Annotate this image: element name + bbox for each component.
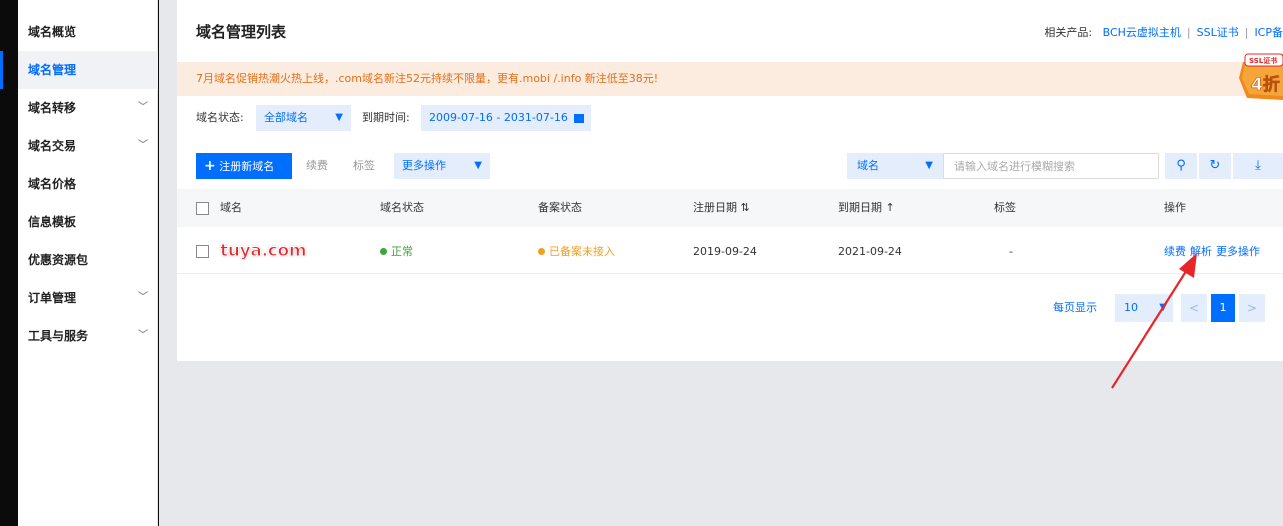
sidebar-item-label: 域名管理	[28, 63, 77, 77]
chevron-down-icon: ﹀	[138, 330, 148, 341]
sidebar-item-transfer[interactable]: 域名转移 ﹀	[18, 89, 158, 127]
status-filter-select[interactable]: 全部域名 ▼	[256, 105, 351, 131]
sidebar-item-label: 工具与服务	[28, 329, 89, 343]
sidebar-item-label: 域名概览	[28, 25, 77, 39]
chevron-down-icon: ▼	[925, 160, 933, 171]
expire-range-value: 2009-07-16 - 2031-07-16	[429, 111, 568, 124]
chevron-down-icon: ▼	[335, 112, 343, 123]
sidebar-item-tools[interactable]: 工具与服务 ﹀	[18, 317, 158, 355]
status-filter-label: 域名状态:	[196, 111, 244, 124]
related-link-bch[interactable]: BCH云虚拟主机	[1103, 26, 1181, 39]
tag-label: 标签	[353, 159, 375, 172]
related-link-ssl[interactable]: SSL证书	[1197, 26, 1239, 39]
sidebar-item-label: 域名转移	[28, 101, 77, 115]
related-link-icp[interactable]: ICP备	[1254, 26, 1283, 39]
search-input[interactable]	[943, 153, 1159, 179]
register-domain-button[interactable]: + 注册新域名	[196, 153, 292, 179]
chevron-down-icon: ﹀	[138, 102, 148, 113]
badge-graphic: SSL证书 4折	[1239, 53, 1283, 100]
chevron-down-icon: ▼	[474, 160, 482, 171]
icp-status: 已备案未接入	[538, 229, 615, 274]
sidebar-item-templates[interactable]: 信息模板	[18, 203, 158, 241]
current-page-number: 1	[1219, 301, 1227, 314]
refresh-icon: ↻	[1209, 158, 1221, 173]
sidebar-item-packages[interactable]: 优惠资源包	[18, 241, 158, 279]
tag-value: -	[1009, 245, 1013, 258]
sidebar: 域名概览 域名管理 域名转移 ﹀ 域名交易 ﹀ 域名价格 信息模板 优惠资源包 订单…	[0, 0, 158, 526]
sort-up-icon: ↑	[885, 201, 895, 214]
sidebar-item-trade[interactable]: 域名交易 ﹀	[18, 127, 158, 165]
select-all-checkbox[interactable]	[196, 202, 209, 215]
promo-text: 7月域名促销热潮火热上线，.com域名新注52元持续不限量，更有.mobi /.…	[196, 72, 659, 85]
next-page-button[interactable]: >	[1239, 294, 1265, 322]
separator: |	[1244, 26, 1249, 39]
tag-button[interactable]: 标签	[345, 153, 383, 179]
sidebar-item-label: 域名交易	[28, 139, 77, 153]
page-title: 域名管理列表	[196, 23, 287, 41]
page-button-current[interactable]: 1	[1211, 294, 1235, 322]
more-actions-label: 更多操作	[402, 159, 446, 172]
chevron-down-icon: ﹀	[138, 140, 148, 151]
column-header-actions: 操作	[1164, 201, 1186, 214]
ssl-discount-badge[interactable]: SSL证书 4折	[1237, 48, 1283, 106]
badge-top-text: SSL证书	[1249, 56, 1277, 65]
reg-date: 2019-09-24	[693, 245, 757, 258]
related-products: 相关产品: BCH云虚拟主机 | SSL证书 | ICP备	[1044, 24, 1283, 40]
column-header-exp-date[interactable]: 到期日期 ↑	[838, 189, 895, 227]
domain-status: 正常	[380, 229, 413, 274]
domain-name: tuya.com	[219, 241, 307, 262]
status-dot-icon	[380, 247, 387, 255]
per-page-label: 每页显示	[1053, 301, 1097, 314]
sidebar-item-label: 订单管理	[28, 291, 77, 305]
expire-date-range[interactable]: 2009-07-16 - 2031-07-16	[421, 105, 591, 131]
plus-icon: +	[204, 158, 216, 174]
calendar-icon	[574, 113, 585, 123]
table-header: 域名 域名状态 备案状态 注册日期 ⇅ 到期日期 ↑ 标签 操作	[177, 189, 1283, 227]
promo-banner[interactable]: 7月域名促销热潮火热上线，.com域名新注52元持续不限量，更有.mobi /.…	[177, 62, 1283, 96]
column-header-reg-date[interactable]: 注册日期 ⇅	[693, 189, 750, 227]
column-header-label: 到期日期	[838, 201, 882, 214]
sidebar-item-price[interactable]: 域名价格	[18, 165, 158, 203]
badge-main-text: 4折	[1251, 74, 1280, 95]
toolbar: + 注册新域名 续费 标签 更多操作 ▼ 域名 ▼ ⚲ ↻ ⤓	[196, 153, 1283, 179]
column-header-label: 注册日期	[693, 201, 737, 214]
search-icon: ⚲	[1176, 158, 1186, 173]
status-dot-icon	[538, 247, 545, 255]
renew-button[interactable]: 续费	[298, 153, 336, 179]
sidebar-item-label: 信息模板	[28, 215, 77, 229]
more-actions-button[interactable]: 更多操作 ▼	[394, 153, 490, 179]
search-button[interactable]: ⚲	[1165, 153, 1197, 179]
chevron-right-icon: >	[1246, 301, 1258, 315]
search-type-select[interactable]: 域名 ▼	[847, 153, 943, 179]
refresh-button[interactable]: ↻	[1199, 153, 1231, 179]
annotation-arrow-icon	[1111, 253, 1197, 389]
domain-name-link[interactable]: tuya.com	[219, 229, 307, 275]
more-actions-link[interactable]: 更多操作	[1216, 245, 1260, 258]
status-filter-value: 全部域名	[264, 111, 308, 124]
sidebar-item-overview[interactable]: 域名概览	[18, 13, 158, 51]
download-icon: ⤓	[1255, 158, 1261, 173]
register-domain-label: 注册新域名	[219, 160, 275, 173]
sidebar-item-domain-manage[interactable]: 域名管理	[0, 51, 158, 89]
chevron-down-icon: ﹀	[138, 292, 148, 303]
icp-status-text: 已备案未接入	[549, 245, 615, 258]
download-button[interactable]: ⤓	[1233, 153, 1283, 179]
sort-icon: ⇅	[740, 201, 750, 214]
exp-date: 2021-09-24	[838, 245, 902, 258]
column-header-icp: 备案状态	[538, 201, 582, 214]
column-header-domain: 域名	[220, 201, 242, 214]
separator: |	[1186, 26, 1191, 39]
sidebar-item-label: 优惠资源包	[28, 253, 89, 267]
expire-filter-label: 到期时间:	[362, 111, 410, 124]
column-header-tag: 标签	[994, 201, 1016, 214]
sidebar-item-orders[interactable]: 订单管理 ﹀	[18, 279, 158, 317]
domain-status-text: 正常	[391, 245, 413, 258]
related-label: 相关产品:	[1044, 26, 1093, 39]
column-header-status: 域名状态	[380, 201, 424, 214]
sidebar-item-label: 域名价格	[28, 177, 77, 191]
renew-label: 续费	[306, 159, 328, 172]
row-checkbox[interactable]	[196, 245, 209, 258]
search-type-value: 域名	[857, 159, 879, 172]
